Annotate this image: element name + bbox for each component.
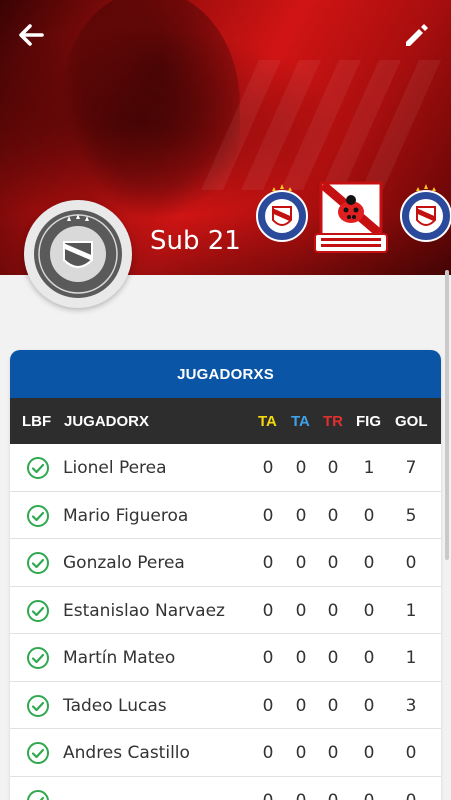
player-name: Estanislao Narvaez <box>63 600 225 621</box>
table-row[interactable]: Martín Mateo 0 0 0 0 1 <box>10 634 441 682</box>
blue-cards-value: 0 <box>295 505 307 526</box>
fig-value: 0 <box>363 695 375 716</box>
fig-value: 0 <box>363 600 375 621</box>
player-name: Andres Castillo <box>63 743 190 763</box>
col-blue-cards: TA <box>291 413 310 430</box>
blue-cards-value: 0 <box>295 648 307 668</box>
fig-value: 0 <box>359 791 379 800</box>
fig-value: 0 <box>363 505 375 526</box>
fig-value: 0 <box>363 743 375 763</box>
association-shield-logo-alt <box>400 184 451 242</box>
table-row[interactable]: Estanislao Narvaez 0 0 0 0 1 <box>10 587 441 634</box>
check-circle-icon <box>27 457 49 479</box>
yellow-cards-value: 0 <box>262 553 274 573</box>
check-circle-icon <box>27 599 49 622</box>
scrollbar[interactable] <box>445 270 449 560</box>
red-cards-value: 0 <box>327 458 339 478</box>
blue-cards-value: 0 <box>295 743 307 763</box>
pencil-icon <box>406 24 428 46</box>
player-name: Tadeo Lucas <box>63 695 167 716</box>
fig-value: 0 <box>363 648 375 668</box>
goals-value: 0 <box>405 743 417 763</box>
page-title: Sub 21 <box>150 226 241 256</box>
blue-cards-value: 0 <box>295 695 307 716</box>
red-cards-value: 0 <box>327 505 339 526</box>
col-yellow-cards: TA <box>258 413 277 430</box>
players-card: JUGADORXS LBF JUGADORX TA TA TR FIG GOL … <box>10 350 441 800</box>
blue-cards-value: 0 <box>295 600 307 621</box>
fig-value: 0 <box>363 553 375 573</box>
back-button[interactable] <box>14 18 48 52</box>
yellow-cards-value: 0 <box>262 600 274 621</box>
yellow-cards-value: 0 <box>262 458 274 478</box>
goals-value: 1 <box>405 648 417 668</box>
team-badge <box>24 200 132 308</box>
check-circle-icon <box>27 694 49 717</box>
table-row[interactable]: 0 0 0 0 0 <box>10 777 441 800</box>
check-circle-icon <box>27 552 49 574</box>
col-lbf: LBF <box>22 413 52 430</box>
col-fig: FIG <box>356 413 381 430</box>
goals-value: 1 <box>405 600 417 621</box>
association-shield-logo <box>256 184 308 242</box>
check-circle-icon <box>27 742 49 764</box>
col-gol: GOL <box>395 413 428 430</box>
check-circle-icon <box>27 647 49 669</box>
team-crest-logo <box>34 210 122 298</box>
player-name: Martín Mateo <box>63 648 176 668</box>
red-cards-value: 0 <box>327 648 339 668</box>
goals-value: 0 <box>401 791 421 800</box>
col-player: JUGADORX <box>64 413 150 430</box>
red-cards-value: 0 <box>323 791 343 800</box>
blue-cards-value: 0 <box>295 458 307 478</box>
red-cards-value: 0 <box>327 695 339 716</box>
table-row[interactable]: Tadeo Lucas 0 0 0 0 3 <box>10 682 441 729</box>
check-circle-icon <box>27 789 49 800</box>
red-cards-value: 0 <box>327 600 339 621</box>
table-row[interactable]: Andres Castillo 0 0 0 0 0 <box>10 729 441 777</box>
red-cards-value: 0 <box>327 743 339 763</box>
table-row[interactable]: Mario Figueroa 0 0 0 0 5 <box>10 492 441 539</box>
goals-value: 5 <box>405 505 417 526</box>
edit-button[interactable] <box>400 18 434 52</box>
yellow-cards-value: 0 <box>262 505 274 526</box>
player-name: Lionel Perea <box>63 458 167 478</box>
player-name: Mario Figueroa <box>63 505 189 526</box>
blue-cards-value: 0 <box>295 553 307 573</box>
goals-value: 7 <box>405 458 417 478</box>
goals-value: 3 <box>405 695 417 716</box>
yellow-cards-value: 0 <box>258 791 278 800</box>
tournament-ladybug-logo <box>314 181 388 253</box>
table-header: LBF JUGADORX TA TA TR FIG GOL <box>10 398 441 444</box>
yellow-cards-value: 0 <box>262 743 274 763</box>
player-name: Gonzalo Perea <box>63 553 185 573</box>
yellow-cards-value: 0 <box>262 695 274 716</box>
table-row[interactable]: Gonzalo Perea 0 0 0 0 0 <box>10 539 441 587</box>
table-row[interactable]: Lionel Perea 0 0 0 1 7 <box>10 444 441 492</box>
arrow-left-icon <box>19 24 44 46</box>
red-cards-value: 0 <box>327 553 339 573</box>
col-red-cards: TR <box>323 413 343 430</box>
section-title: JUGADORXS <box>10 350 441 398</box>
yellow-cards-value: 0 <box>262 648 274 668</box>
fig-value: 1 <box>363 458 375 478</box>
check-circle-icon <box>27 504 49 527</box>
goals-value: 0 <box>405 553 417 573</box>
blue-cards-value: 0 <box>291 791 311 800</box>
